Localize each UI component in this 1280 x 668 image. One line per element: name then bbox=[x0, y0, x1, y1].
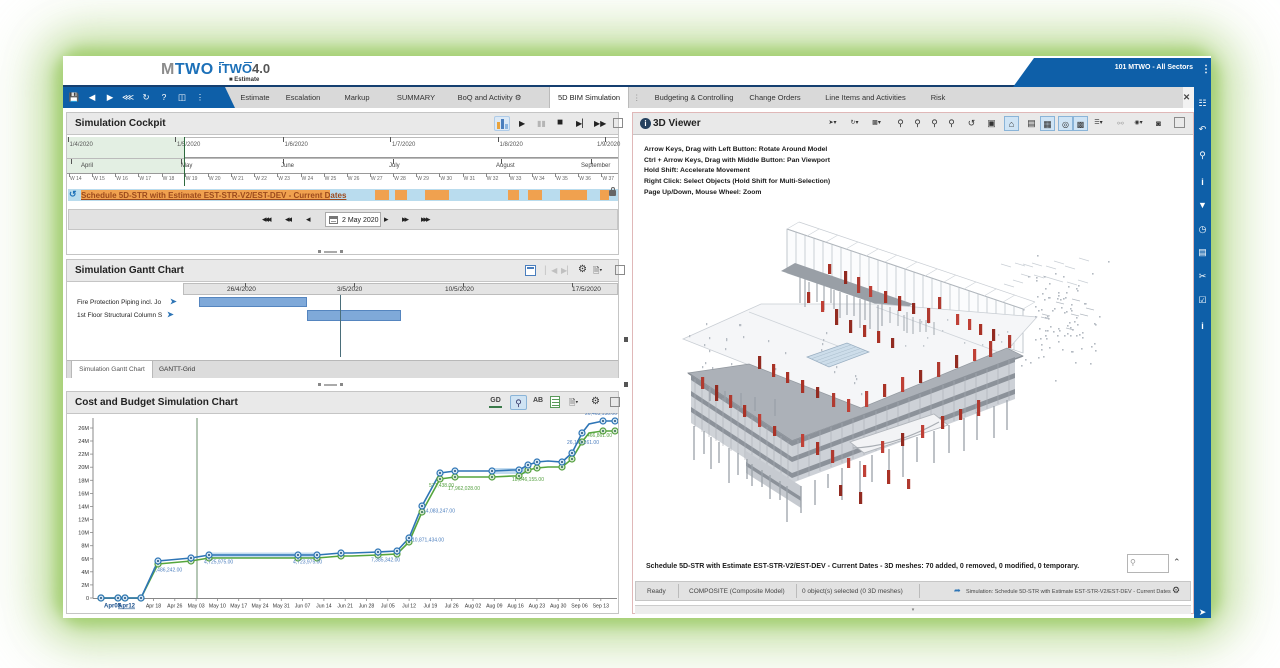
svg-text:12M: 12M bbox=[78, 518, 89, 524]
svg-text:Aug 02: Aug 02 bbox=[465, 604, 482, 610]
svg-text:466,861.00: 466,861.00 bbox=[587, 433, 612, 439]
svg-text:2M: 2M bbox=[81, 583, 89, 589]
svg-text:24M: 24M bbox=[78, 439, 89, 445]
svg-text:Jun 21: Jun 21 bbox=[337, 604, 353, 610]
svg-text:Aug 23: Aug 23 bbox=[529, 604, 546, 610]
svg-text:Aug 16: Aug 16 bbox=[507, 604, 524, 610]
svg-text:May 31: May 31 bbox=[273, 604, 290, 610]
svg-text:4M: 4M bbox=[81, 570, 89, 576]
svg-text:Jul 26: Jul 26 bbox=[445, 604, 459, 610]
svg-text:22M: 22M bbox=[78, 452, 89, 458]
svg-text:May 24: May 24 bbox=[251, 604, 268, 610]
svg-text:Aug 30: Aug 30 bbox=[550, 604, 567, 610]
svg-text:26,463,138.00: 26,463,138.00 bbox=[585, 413, 617, 417]
svg-text:Apr12: Apr12 bbox=[118, 604, 136, 610]
svg-text:Apr 26: Apr 26 bbox=[167, 604, 182, 610]
svg-text:26,171,261.00: 26,171,261.00 bbox=[567, 440, 599, 446]
svg-text:Sep 13: Sep 13 bbox=[593, 604, 610, 610]
svg-text:Jul 12: Jul 12 bbox=[402, 604, 416, 610]
svg-text:Jul 05: Jul 05 bbox=[381, 604, 395, 610]
svg-text:17,962,028.00: 17,962,028.00 bbox=[448, 486, 480, 492]
svg-text:May 10: May 10 bbox=[209, 604, 226, 610]
svg-text:10M: 10M bbox=[78, 531, 89, 537]
svg-text:16M: 16M bbox=[78, 491, 89, 497]
svg-text:Apr 18: Apr 18 bbox=[146, 604, 161, 610]
svg-text:10,871,434.00: 10,871,434.00 bbox=[412, 538, 444, 544]
svg-text:14M: 14M bbox=[78, 504, 89, 510]
svg-text:4,723,975.00: 4,723,975.00 bbox=[293, 560, 322, 566]
svg-text:May 17: May 17 bbox=[230, 604, 247, 610]
svg-text:May 03: May 03 bbox=[188, 604, 205, 610]
svg-text:Jun 07: Jun 07 bbox=[295, 604, 311, 610]
svg-text:18M: 18M bbox=[78, 478, 89, 484]
svg-text:26M: 26M bbox=[78, 426, 89, 432]
svg-text:0: 0 bbox=[86, 596, 89, 602]
svg-text:7,385,342.00: 7,385,342.00 bbox=[371, 558, 400, 564]
svg-text:20M: 20M bbox=[78, 465, 89, 471]
svg-text:6M: 6M bbox=[81, 557, 89, 563]
svg-text:Jun 28: Jun 28 bbox=[359, 604, 375, 610]
svg-text:4,725,975.00: 4,725,975.00 bbox=[204, 560, 233, 566]
svg-text:1,486,242.00: 1,486,242.00 bbox=[153, 568, 182, 574]
svg-text:8M: 8M bbox=[81, 544, 89, 550]
svg-text:Sep 06: Sep 06 bbox=[571, 604, 588, 610]
svg-text:Jun 14: Jun 14 bbox=[316, 604, 332, 610]
svg-text:18,046,155.00: 18,046,155.00 bbox=[512, 477, 544, 483]
svg-text:Jul 19: Jul 19 bbox=[423, 604, 437, 610]
svg-text:Aug 09: Aug 09 bbox=[486, 604, 503, 610]
svg-text:14,083,247.00: 14,083,247.00 bbox=[423, 509, 455, 515]
